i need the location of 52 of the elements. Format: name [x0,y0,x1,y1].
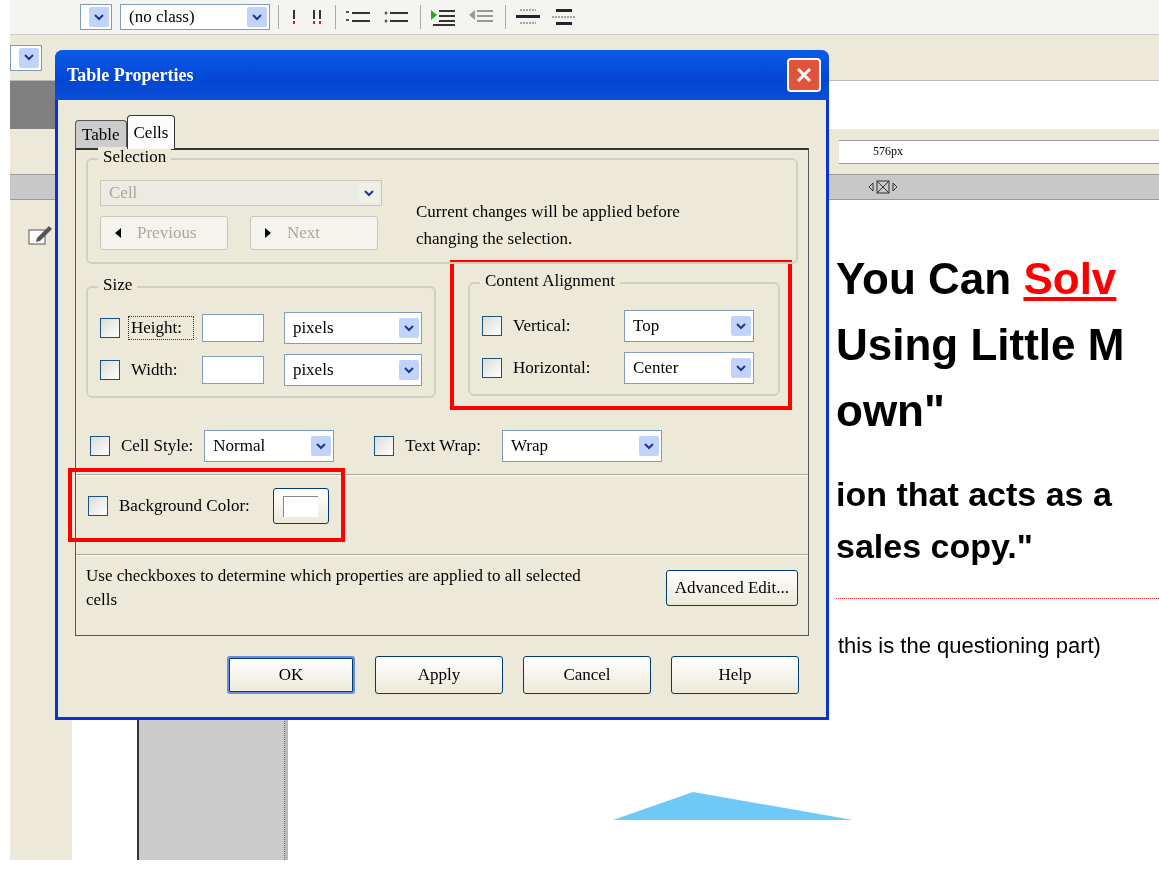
ruler-width-label: 576px [873,144,903,159]
checkbox[interactable] [482,358,502,378]
dialog-button[interactable]: OK [227,656,355,694]
left-triangle-icon [115,228,121,238]
horizontal-rule-icon[interactable] [514,7,542,27]
unit-dropdown[interactable]: pixels [283,312,422,344]
advanced-edit-button[interactable]: Advanced Edit... [665,570,798,606]
text-field[interactable] [201,314,264,342]
field-label: Horizontal: [512,357,592,379]
field-label: Background Color: [118,495,251,517]
class-dropdown[interactable]: (no class) [120,4,270,30]
checkbox[interactable] [374,436,395,456]
checkbox[interactable] [88,496,108,516]
text-field[interactable] [201,356,264,384]
headline-line: Using Little M [836,319,1126,371]
close-icon [795,66,813,84]
alignment-dropdown[interactable]: Top [624,310,754,342]
checkbox[interactable] [90,436,110,456]
field-label: Text Wrap: [404,435,482,457]
table-width-marker-icon [867,180,899,194]
subheadline-line: ion that acts as a [836,474,1113,515]
subheadline-line: sales copy." [836,526,1034,567]
close-button[interactable] [787,58,821,92]
color-swatch-button[interactable] [272,488,329,524]
unit-dropdown[interactable]: pixels [283,354,422,386]
help-text: Use checkboxes to determine which properties are applied to all selected cells [86,565,582,611]
right-triangle-icon [265,228,271,238]
dialog-button[interactable]: Cancel [523,656,651,694]
dropdown[interactable] [80,4,112,30]
headline-line: You Can Solv [836,253,1118,305]
headline-line: own" [836,385,946,437]
checkbox[interactable] [482,316,502,336]
field-label: Height: [128,316,194,340]
dropdown[interactable] [10,44,42,71]
option-dropdown[interactable]: Normal [204,430,335,462]
field-label: Cell Style: [120,435,195,457]
alignment-dropdown[interactable]: Center [624,352,754,384]
tab[interactable]: Cells [126,115,176,149]
pencil-icon[interactable] [27,224,53,246]
tab[interactable]: Table [75,120,127,148]
horizontal-rule-icon[interactable] [550,7,578,27]
dialog-title: Table Properties [67,64,194,86]
dialog-button[interactable]: Apply [375,656,503,694]
body-text: this is the questioning part) [837,633,1102,659]
field-label: Vertical: [512,315,572,337]
selection-note: Current changes will be applied before changing the selection. [416,201,681,250]
checkbox[interactable] [100,360,120,380]
checkbox[interactable] [100,318,120,338]
group-legend: Content Alignment [480,271,620,291]
option-dropdown[interactable]: Wrap [501,430,662,462]
dialog-button[interactable]: Help [671,656,799,694]
field-label: Width: [130,359,179,381]
